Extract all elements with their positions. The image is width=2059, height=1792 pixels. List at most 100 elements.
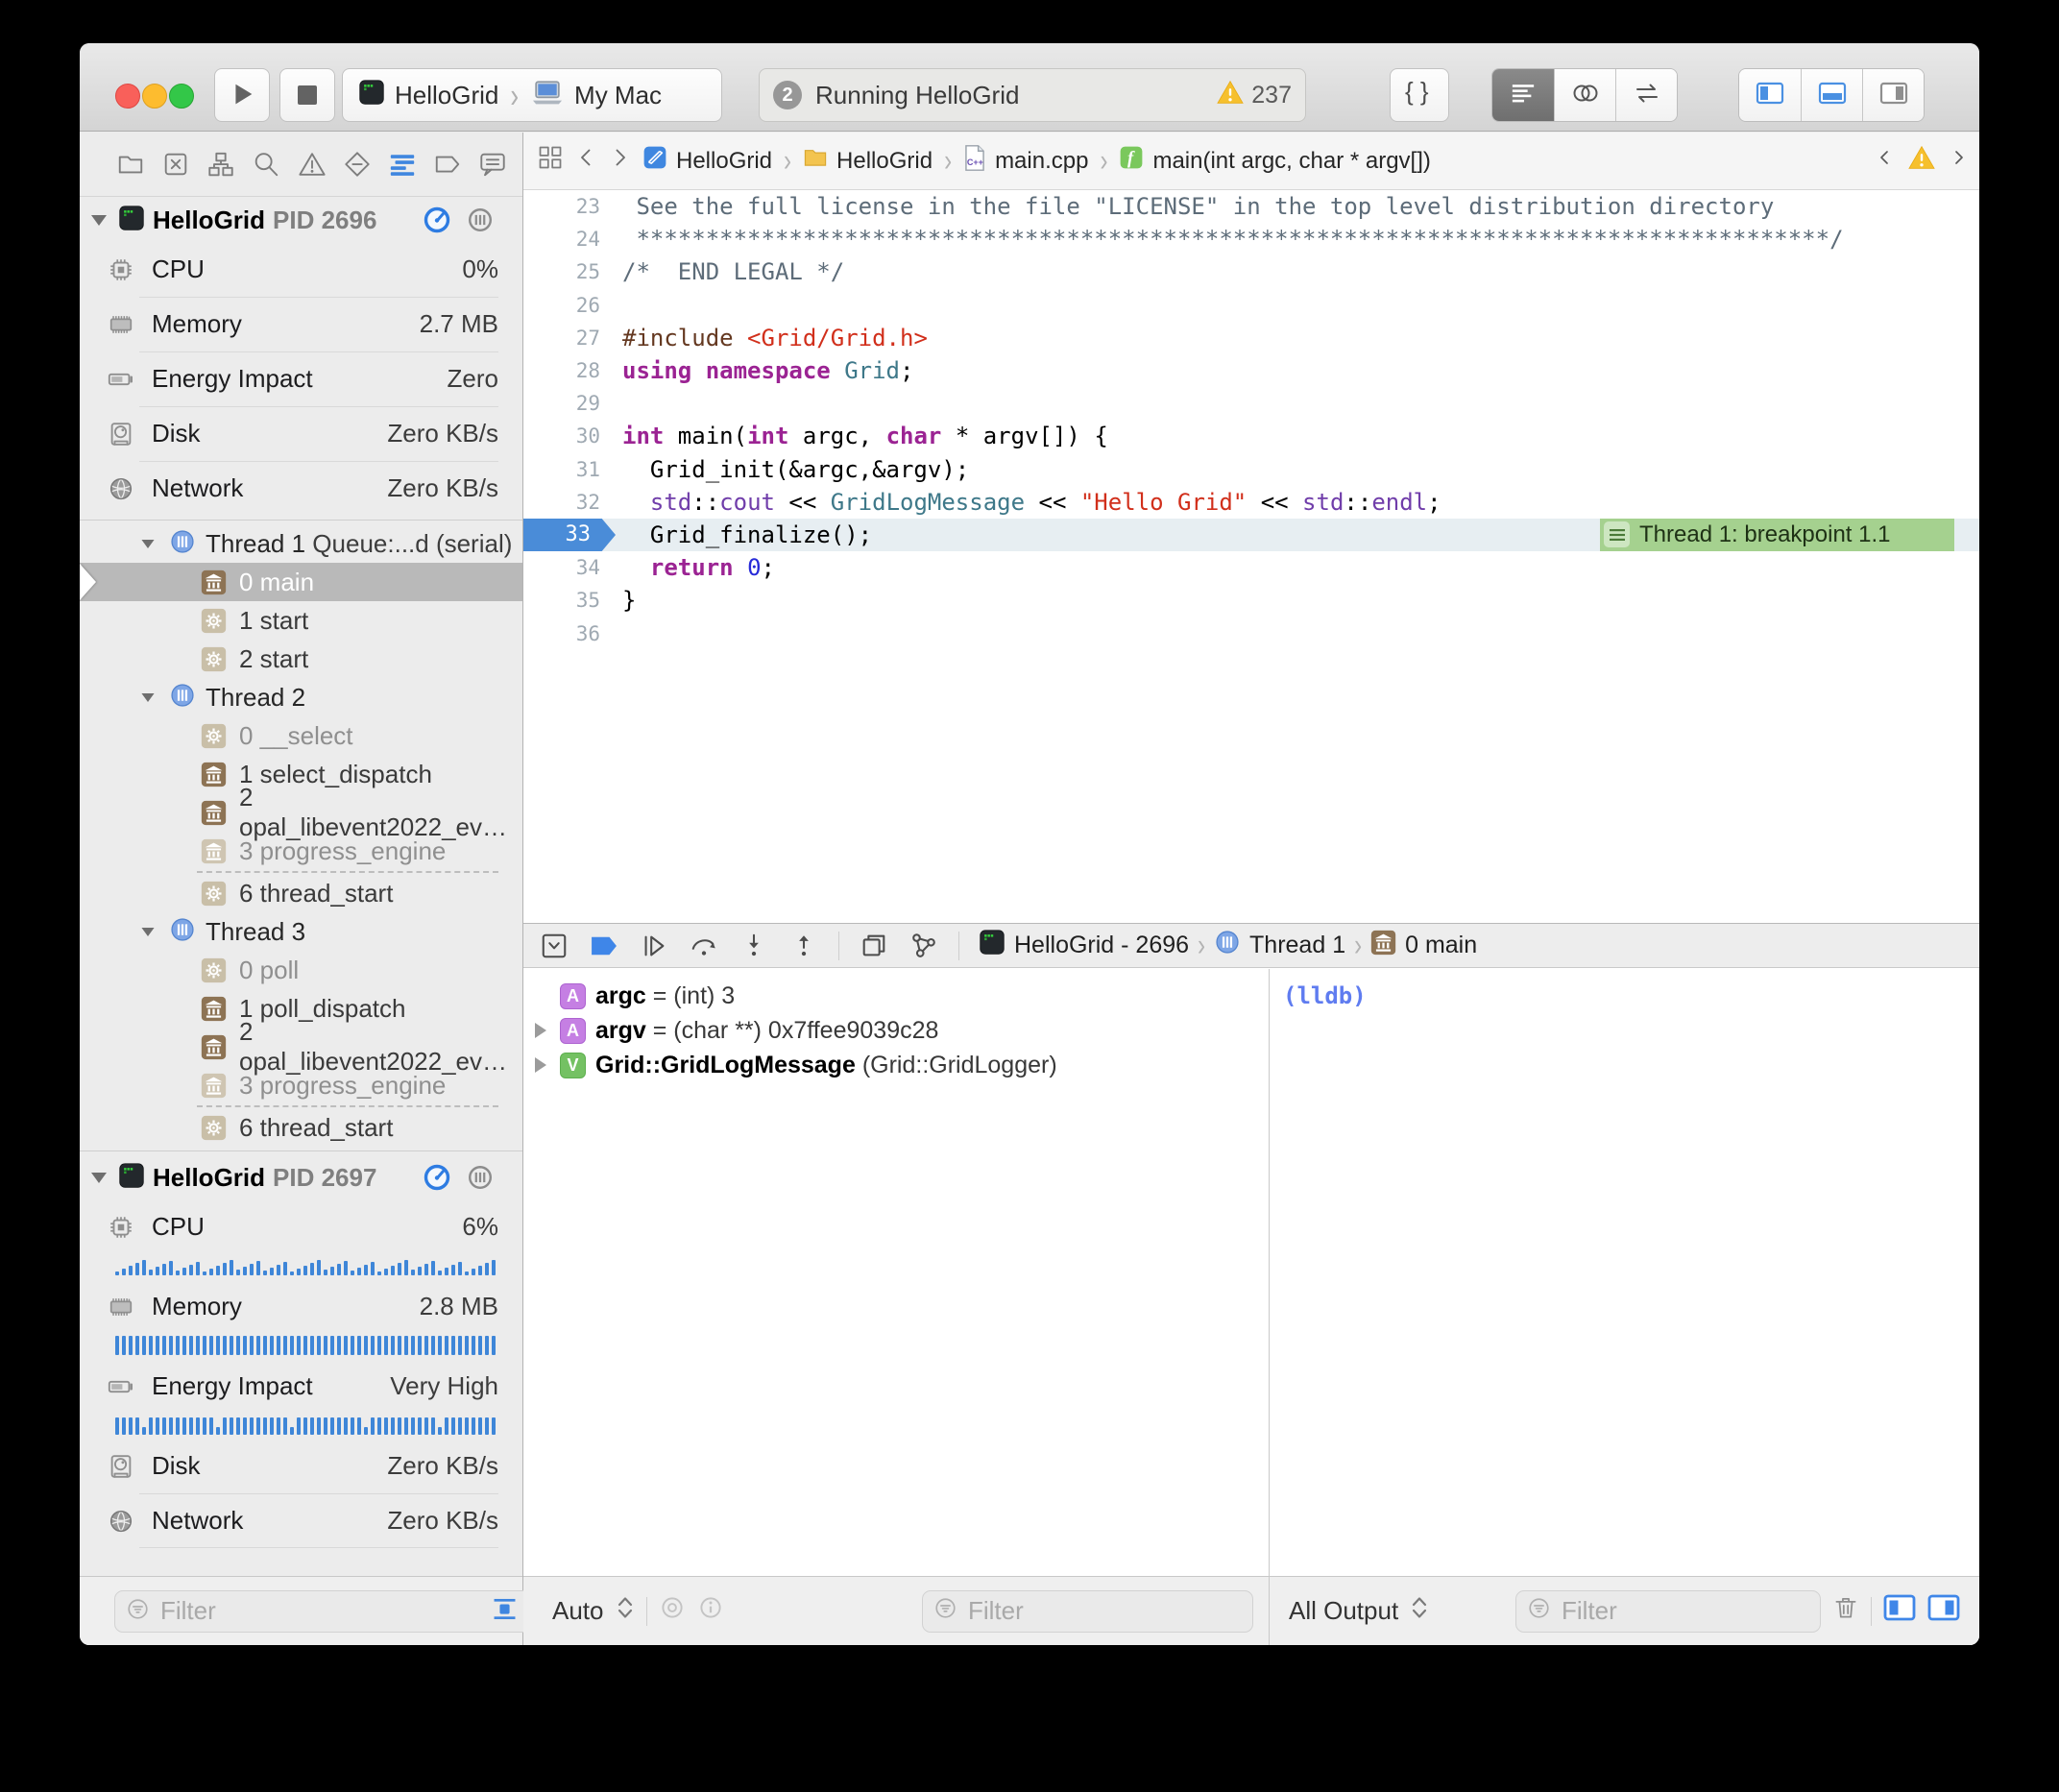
variable-row[interactable]: Aargc = (int) 3	[523, 979, 1269, 1013]
line-number[interactable]: 23	[523, 195, 608, 218]
stat-row-energy-impact[interactable]: Energy ImpactVery High	[80, 1359, 522, 1414]
hide-debug-area-icon[interactable]	[539, 931, 569, 961]
variable-row[interactable]: Aargv = (char **) 0x7ffee9039c28	[523, 1013, 1269, 1048]
version-editor-button[interactable]	[1615, 69, 1677, 121]
variable-row[interactable]: VGrid::GridLogMessage (Grid::GridLogger)	[523, 1048, 1269, 1082]
quicklook-icon[interactable]	[659, 1594, 686, 1628]
disclosure-triangle-icon[interactable]	[141, 539, 154, 547]
symbols-navigator-icon[interactable]	[206, 149, 236, 180]
variables-filter-input[interactable]	[966, 1595, 1243, 1627]
console-filter-input[interactable]	[1560, 1595, 1810, 1627]
stack-frame[interactable]: 2 opal_libevent2022_ev…	[80, 793, 522, 832]
disclosure-triangle-icon[interactable]	[141, 692, 154, 701]
code-snippets-button[interactable]: { }	[1390, 68, 1449, 122]
code-line[interactable]: 26	[523, 289, 1979, 322]
code-line[interactable]: 29	[523, 387, 1979, 420]
test-navigator-icon[interactable]	[342, 149, 373, 180]
stack-frame[interactable]: 0 poll	[80, 951, 522, 989]
stat-row-cpu[interactable]: CPU0%	[80, 242, 522, 297]
line-number[interactable]: 31	[523, 458, 608, 481]
line-number[interactable]: 27	[523, 327, 608, 350]
line-number[interactable]: 30	[523, 424, 608, 448]
navigator-filter-input[interactable]	[158, 1595, 484, 1627]
stat-row-energy-impact[interactable]: Energy ImpactZero	[80, 351, 522, 406]
breadcrumb-thread[interactable]: Thread 1	[1249, 932, 1345, 959]
zoom-window-button[interactable]	[169, 84, 194, 109]
line-number[interactable]: 26	[523, 294, 608, 317]
variables-filter-field[interactable]	[922, 1590, 1253, 1633]
scm-navigator-icon[interactable]	[160, 149, 191, 180]
step-into-icon[interactable]	[739, 931, 769, 961]
variables-view[interactable]: Aargc = (int) 3Aargv = (char **) 0x7ffee…	[523, 969, 1270, 1576]
show-console-icon[interactable]	[1927, 1593, 1960, 1629]
clear-console-icon[interactable]	[1832, 1594, 1859, 1628]
code-line[interactable]: 31 Grid_init(&argc,&argv);	[523, 453, 1979, 486]
folder-navigator-icon[interactable]	[115, 149, 146, 180]
toggle-inspector-button[interactable]	[1862, 69, 1924, 121]
console-output[interactable]: (lldb)	[1270, 969, 1979, 1576]
step-out-icon[interactable]	[788, 931, 819, 961]
flatten-frames-filter-icon[interactable]	[492, 1596, 518, 1627]
jumpbar-item-3[interactable]: C++main.cpp	[963, 144, 1088, 179]
show-variables-view-icon[interactable]	[1883, 1593, 1916, 1629]
breakpoint-annotation[interactable]: Thread 1: breakpoint 1.1	[1600, 519, 1954, 551]
code-line[interactable]: 23 See the full license in the file "LIC…	[523, 190, 1979, 223]
stat-row-memory[interactable]: Memory2.7 MB	[80, 297, 522, 351]
memory-graph-icon[interactable]	[908, 931, 939, 961]
console-scope-label[interactable]: All Output	[1289, 1596, 1398, 1626]
debugnav-navigator-icon[interactable]	[387, 149, 418, 180]
stack-frame[interactable]: 6 thread_start	[80, 1108, 522, 1147]
scope-stepper-icon[interactable]	[616, 1595, 635, 1627]
line-number[interactable]: 32	[523, 491, 608, 514]
step-over-icon[interactable]	[689, 931, 719, 961]
jumpbar-item-1[interactable]: HelloGrid	[642, 145, 772, 177]
process-header[interactable]: HelloGridPID 2697	[80, 1155, 522, 1199]
minimize-window-button[interactable]	[142, 84, 167, 109]
continue-execution-icon[interactable]	[639, 931, 669, 961]
next-issue-icon[interactable]	[1950, 146, 1966, 176]
stat-row-memory[interactable]: Memory2.8 MB	[80, 1279, 522, 1334]
breadcrumb-process[interactable]: HelloGrid - 2696	[1014, 932, 1189, 959]
thread-view-icon[interactable]	[466, 1163, 495, 1197]
jumpbar-item-4[interactable]: fmain(int argc, char * argv[])	[1119, 145, 1430, 177]
stat-row-network[interactable]: NetworkZero KB/s	[80, 461, 522, 516]
code-line[interactable]: 27#include <Grid/Grid.h>	[523, 322, 1979, 354]
warning-count[interactable]: 237	[1217, 80, 1292, 111]
stack-frame[interactable]: 3 progress_engine	[80, 832, 522, 870]
stat-row-disk[interactable]: DiskZero KB/s	[80, 406, 522, 461]
stack-frame[interactable]: 0 __select	[80, 716, 522, 755]
disclosure-triangle-icon[interactable]	[535, 1057, 550, 1073]
breakpoints-toggle-icon[interactable]	[589, 931, 619, 961]
go-forward-icon[interactable]	[610, 144, 629, 178]
disclosure-triangle-icon[interactable]	[91, 215, 107, 226]
stop-button[interactable]	[279, 68, 335, 122]
debug-view-hierarchy-icon[interactable]	[859, 931, 889, 961]
code-line[interactable]: 33 Grid_finalize();Thread 1: breakpoint …	[523, 519, 1979, 551]
output-stepper-icon[interactable]	[1410, 1595, 1429, 1627]
console-filter-field[interactable]	[1515, 1590, 1821, 1633]
stat-row-disk[interactable]: DiskZero KB/s	[80, 1439, 522, 1493]
tag-navigator-icon[interactable]	[432, 149, 463, 180]
activity-viewer[interactable]: 2 Running HelloGrid 237	[759, 68, 1306, 122]
close-window-button[interactable]	[115, 84, 140, 109]
related-items-icon[interactable]	[537, 144, 564, 178]
report-navigator-icon[interactable]	[477, 149, 508, 180]
stack-frame[interactable]: 1 start	[80, 601, 522, 640]
go-back-icon[interactable]	[577, 144, 596, 178]
disclosure-triangle-icon[interactable]	[91, 1173, 107, 1183]
performance-gauge-icon[interactable]	[422, 1162, 452, 1198]
previous-issue-icon[interactable]	[1877, 146, 1893, 176]
print-description-icon[interactable]	[697, 1594, 724, 1628]
breadcrumb-frame[interactable]: 0 main	[1405, 932, 1477, 959]
stack-frame[interactable]: 6 thread_start	[80, 874, 522, 912]
thread-row[interactable]: Thread 3	[80, 912, 522, 951]
run-button[interactable]	[214, 68, 270, 122]
code-line[interactable]: 36	[523, 617, 1979, 649]
warnout-navigator-icon[interactable]	[297, 149, 327, 180]
code-line[interactable]: 34 return 0;	[523, 551, 1979, 584]
stat-row-cpu[interactable]: CPU6%	[80, 1199, 522, 1254]
stat-row-network[interactable]: NetworkZero KB/s	[80, 1493, 522, 1548]
breakpoint-badge[interactable]: 33	[523, 519, 616, 551]
line-number[interactable]: 36	[523, 622, 608, 645]
line-number[interactable]: 24	[523, 228, 608, 251]
